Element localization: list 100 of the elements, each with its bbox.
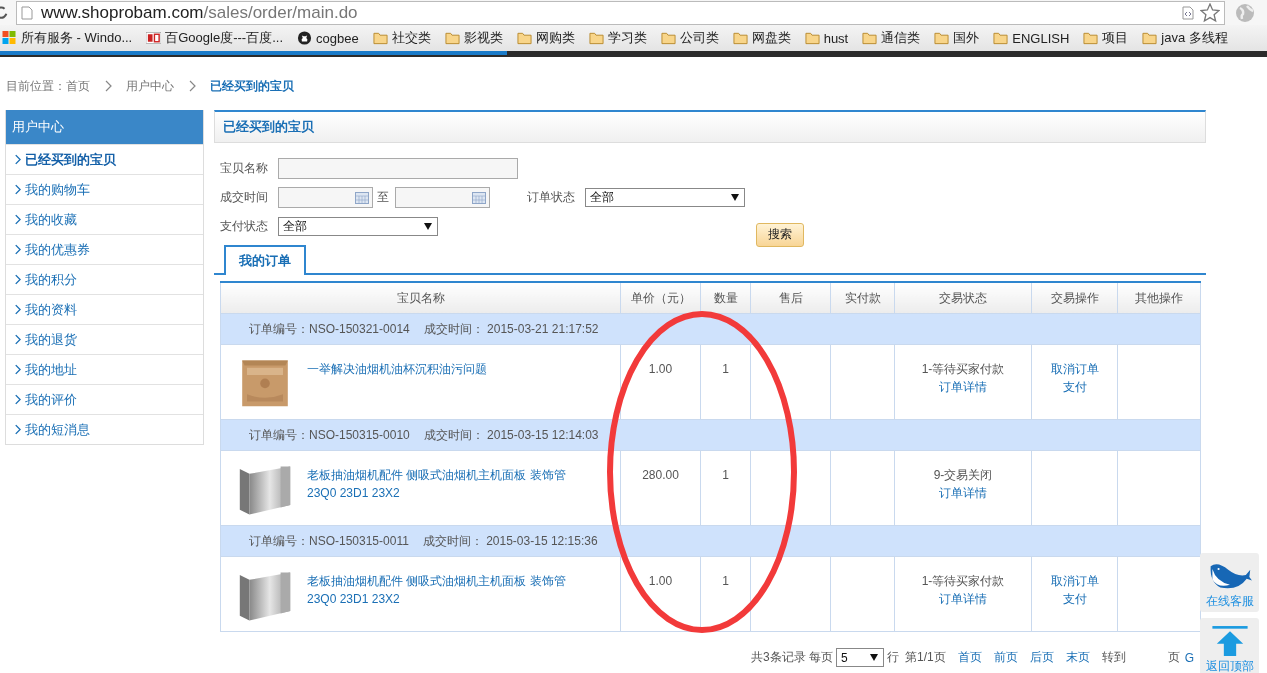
panel-header: 已经买到的宝贝: [214, 110, 1206, 143]
reload-icon[interactable]: [0, 4, 8, 21]
quantity-text: 1: [722, 362, 729, 376]
rows-label: 行: [887, 649, 899, 666]
globe-icon[interactable]: [1235, 2, 1255, 23]
pager-link[interactable]: 后页: [1029, 649, 1054, 666]
order-time: 成交时间： 2015-03-15 12:14:03: [423, 426, 599, 444]
sidebar-item[interactable]: 我的收藏: [6, 204, 203, 234]
bookmark[interactable]: 网购类: [516, 29, 575, 47]
bookmark[interactable]: 国外: [934, 29, 980, 47]
input-field[interactable]: [278, 158, 518, 179]
column-header: 数量: [700, 282, 751, 314]
page-info: 第1/1页: [905, 649, 946, 666]
order-number: 订单编号：NSO-150315-0011: [249, 532, 409, 550]
range-separator: 至: [377, 189, 389, 206]
sidebar-item[interactable]: 我的资料: [6, 294, 203, 324]
chevron-icon: [14, 154, 21, 165]
action-link[interactable]: 取消订单: [1032, 360, 1117, 378]
source-icon[interactable]: [1182, 5, 1194, 20]
bookmark[interactable]: 影视类: [444, 29, 503, 47]
sidebar-item[interactable]: 我的地址: [6, 354, 203, 384]
caret-icon: [870, 654, 878, 661]
status-text: 9-交易关闭: [932, 467, 994, 484]
status-text: 1-等待买家付款: [920, 573, 1006, 590]
folder-icon: [862, 31, 878, 45]
pager-link[interactable]: 末页: [1065, 649, 1090, 666]
chevron-icon: [104, 80, 112, 92]
bookmark[interactable]: hust: [804, 30, 849, 46]
product-link[interactable]: 老板抽油烟机配件 侧吸式油烟机主机面板 装饰管 23Q0 23D1 23X2: [307, 466, 566, 502]
order-detail-link[interactable]: 订单详情: [895, 378, 1031, 396]
page-size-dropdown[interactable]: 5: [836, 648, 884, 667]
sidebar-item[interactable]: 我的评价: [6, 384, 203, 414]
sidebar-item[interactable]: 我的积分: [6, 264, 203, 294]
bookmark[interactable]: 百Google度---百度...: [146, 29, 283, 47]
column-header: 实付款: [830, 282, 895, 314]
field-label: 成交时间: [220, 189, 269, 206]
sidebar-header: 用户中心: [6, 110, 203, 144]
sidebar-item[interactable]: 我的退货: [6, 324, 203, 354]
search-button[interactable]: 搜索: [756, 222, 804, 247]
column-header: 其他操作: [1117, 282, 1201, 314]
bookmark[interactable]: cogbee: [297, 30, 359, 46]
order-number: 订单编号：NSO-150315-0010: [249, 426, 410, 444]
action-link[interactable]: 支付: [1032, 378, 1117, 396]
calendar-icon: [472, 191, 486, 204]
sidebar-item[interactable]: 我的购物车: [6, 174, 203, 204]
tab[interactable]: 我的订单: [224, 245, 306, 275]
go-link[interactable]: G: [1184, 650, 1195, 665]
folder-icon: [804, 31, 820, 45]
chevron-icon: [14, 394, 21, 405]
folder-icon: [588, 31, 604, 45]
caret-icon: [731, 194, 739, 201]
order-detail-link[interactable]: 订单详情: [895, 590, 1031, 608]
action-link[interactable]: 取消订单: [1032, 572, 1117, 590]
product-link[interactable]: 老板抽油烟机配件 侧吸式油烟机主机面板 装饰管 23Q0 23D1 23X2: [307, 572, 566, 608]
chevron-icon: [14, 364, 21, 375]
status-dropdown[interactable]: 全部: [585, 188, 745, 207]
column-header: 宝贝名称: [220, 282, 621, 314]
order-number: 订单编号：NSO-150321-0014: [249, 320, 410, 338]
date-field[interactable]: [395, 187, 490, 208]
order-detail-link[interactable]: 订单详情: [895, 484, 1031, 502]
sidebar-item[interactable]: 已经买到的宝贝: [6, 144, 203, 174]
chevron-icon: [14, 244, 21, 255]
bookmark[interactable]: 公司类: [660, 29, 719, 47]
folder-icon: [660, 31, 676, 45]
action-link[interactable]: 支付: [1032, 590, 1117, 608]
breadcrumb-item[interactable]: 用户中心: [126, 77, 174, 95]
bookmark[interactable]: 通信类: [862, 29, 921, 47]
sidebar-item[interactable]: 我的短消息: [6, 414, 203, 444]
product-link[interactable]: 一举解决油烟机油杯沉积油污问题: [307, 360, 487, 378]
folder-icon: [444, 31, 460, 45]
field-label: 支付状态: [220, 218, 269, 235]
address-field[interactable]: www.shoprobam.com/sales/order/main.do: [16, 0, 1225, 25]
float-button[interactable]: 在线客服: [1200, 553, 1259, 612]
column-header: 单价（元）: [620, 282, 701, 314]
chevron-icon: [14, 304, 21, 315]
page-icon: [21, 5, 33, 20]
bookmark[interactable]: 学习类: [588, 29, 647, 47]
sidebar-item[interactable]: 我的优惠券: [6, 234, 203, 264]
record-count: 共3条记录 每页: [751, 649, 833, 666]
bookmark[interactable]: 所有服务 - Windo...: [2, 29, 133, 47]
float-button[interactable]: 返回顶部: [1200, 618, 1259, 673]
bookmark[interactable]: ENGLISH: [993, 30, 1070, 46]
bookmark[interactable]: 社交类: [372, 29, 431, 47]
folder-icon: [934, 31, 950, 45]
breadcrumb-item: 已经买到的宝贝: [210, 77, 294, 95]
bookmark[interactable]: 网盘类: [732, 29, 791, 47]
order-time: 成交时间： 2015-03-15 12:15:36: [422, 532, 598, 550]
folder-icon: [732, 31, 748, 45]
price-text: 280.00: [642, 468, 679, 482]
payment-dropdown[interactable]: 全部: [278, 217, 438, 236]
date-field[interactable]: [278, 187, 373, 208]
star-icon[interactable]: [1200, 2, 1220, 23]
chevron-icon: [14, 214, 21, 225]
bookmark[interactable]: java 多线程: [1142, 29, 1228, 47]
bookmark[interactable]: 项目: [1083, 29, 1129, 47]
pager-link[interactable]: 前页: [993, 649, 1018, 666]
quantity-text: 1: [722, 574, 729, 588]
pager-link[interactable]: 首页: [957, 649, 982, 666]
folder-icon: [372, 31, 388, 45]
goto-label: 转到: [1101, 649, 1126, 666]
